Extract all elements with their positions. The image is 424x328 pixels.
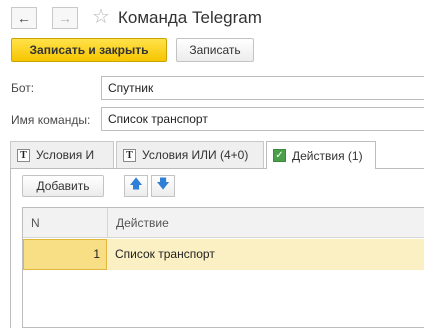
tab-conditions-and[interactable]: T Условия И xyxy=(10,141,114,168)
star-icon[interactable]: ☆ xyxy=(92,5,110,29)
command-name-label: Имя команды: xyxy=(11,113,91,127)
tab-label: Условия ИЛИ (4+0) xyxy=(142,148,249,162)
column-header-action[interactable]: Действие xyxy=(108,208,169,238)
tab-actions[interactable]: ✓ Действия (1) xyxy=(266,141,376,169)
table-header: N Действие xyxy=(23,208,424,238)
bot-label: Бот: xyxy=(11,81,35,95)
column-header-n[interactable]: N xyxy=(23,208,107,238)
actions-table: N Действие 1 Список транспорт xyxy=(22,207,424,328)
bot-field[interactable]: Спутник xyxy=(101,76,424,100)
move-up-button[interactable]: 🡅 xyxy=(124,175,148,197)
arrow-left-icon: ← xyxy=(17,10,31,26)
arrow-right-icon: → xyxy=(58,10,72,26)
page-title: Команда Telegram xyxy=(118,8,262,27)
command-name-field[interactable]: Список транспорт xyxy=(101,107,424,131)
tab-label: Действия (1) xyxy=(292,148,363,163)
back-button[interactable]: ← xyxy=(11,7,37,29)
tab-conditions-or[interactable]: T Условия ИЛИ (4+0) xyxy=(116,141,264,168)
arrow-up-icon: 🡅 xyxy=(129,176,143,191)
add-button[interactable]: Добавить xyxy=(22,175,104,197)
checkbox-checked-icon: ✓ xyxy=(273,149,286,162)
action-cell[interactable]: Список транспорт xyxy=(115,239,215,270)
save-and-close-button[interactable]: Записать и закрыть xyxy=(11,38,167,62)
table-row[interactable]: 1 Список транспорт xyxy=(23,239,424,270)
save-button[interactable]: Записать xyxy=(176,38,254,62)
text-t-icon: T xyxy=(17,148,30,162)
arrow-down-icon: 🡇 xyxy=(156,176,170,191)
move-down-button[interactable]: 🡇 xyxy=(151,175,175,197)
forward-button[interactable]: → xyxy=(52,7,78,29)
row-number-cell[interactable]: 1 xyxy=(23,239,107,270)
text-t-icon: T xyxy=(123,148,136,162)
tab-label: Условия И xyxy=(36,148,95,162)
